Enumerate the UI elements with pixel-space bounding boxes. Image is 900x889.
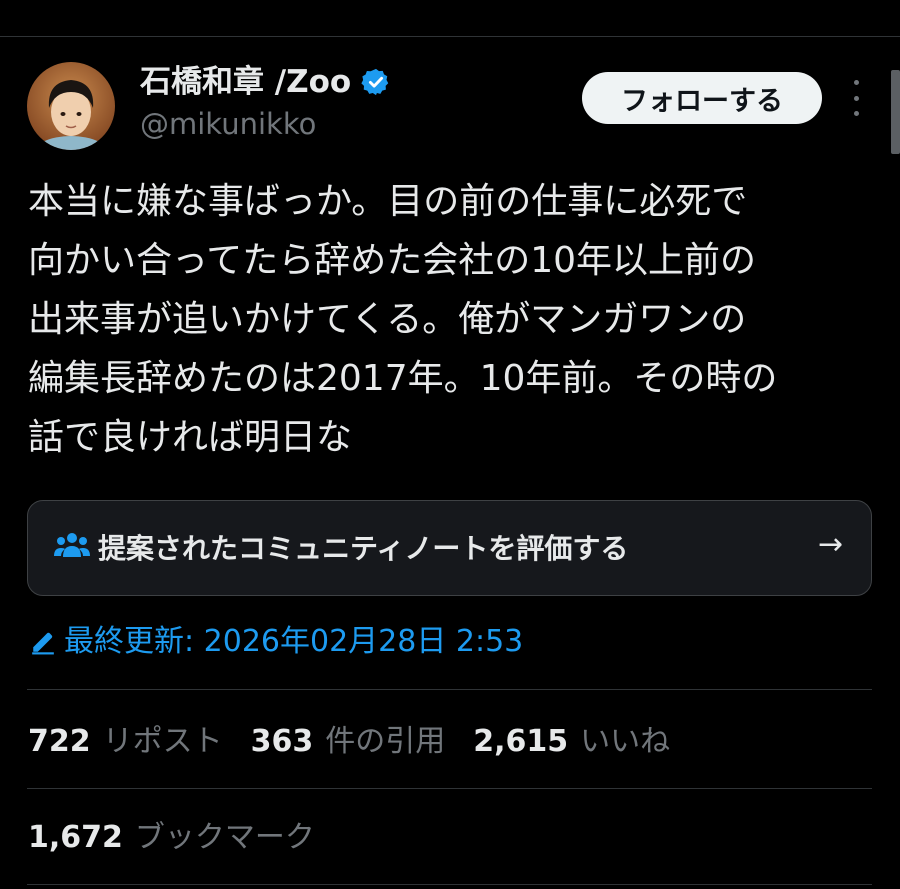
likes-stat[interactable]: 2,615 いいね — [473, 722, 670, 762]
arrow-right-icon: → — [818, 527, 844, 562]
people-icon — [54, 533, 90, 557]
divider — [27, 884, 872, 885]
community-note-label: 提案されたコミュニティノートを評価する — [98, 532, 629, 565]
tweet-text: 本当に嫌な事ばっか。目の前の仕事に必死で 向かい合ってたら辞めた会社の10年以上… — [28, 181, 778, 458]
follow-button[interactable]: フォローする — [582, 72, 822, 124]
bookmarks-count: 1,672 — [28, 820, 123, 855]
divider — [27, 689, 872, 690]
more-dots-icon[interactable] — [842, 80, 870, 116]
quotes-count: 363 — [250, 724, 314, 759]
likes-label: いいね — [580, 724, 671, 759]
author-name[interactable]: 石橋和章 /Zoo — [140, 62, 351, 102]
author-handle[interactable]: @mikunikko — [140, 104, 391, 144]
edited-timestamp: 最終更新: 2026年02月28日 2:53 — [64, 624, 524, 659]
bookmarks-label: ブックマーク — [134, 820, 315, 855]
pencil-icon — [32, 632, 54, 655]
reposts-stat[interactable]: 722 リポスト — [28, 722, 223, 762]
avatar[interactable] — [27, 62, 115, 150]
divider — [27, 788, 872, 789]
verified-badge-icon[interactable] — [361, 67, 391, 97]
avatar-image — [27, 62, 115, 150]
likes-count: 2,615 — [473, 724, 569, 759]
top-divider — [0, 36, 900, 37]
quotes-stat[interactable]: 363 件の引用 — [251, 722, 446, 762]
engagement-stats: 722 リポスト 363 件の引用 2,615 いいね — [28, 722, 670, 762]
community-note-button[interactable]: 提案されたコミュニティノートを評価する → — [27, 500, 872, 596]
scrollbar-thumb[interactable] — [891, 70, 900, 154]
author-block: 石橋和章 /Zoo @mikunikko — [140, 62, 391, 144]
edit-history-link[interactable]: 最終更新: 2026年02月28日 2:53 — [30, 622, 523, 662]
reposts-count: 722 — [28, 724, 91, 759]
bookmarks-stat[interactable]: 1,672 ブックマーク — [28, 818, 315, 858]
quotes-label: 件の引用 — [325, 724, 446, 759]
reposts-label: リポスト — [102, 724, 223, 759]
